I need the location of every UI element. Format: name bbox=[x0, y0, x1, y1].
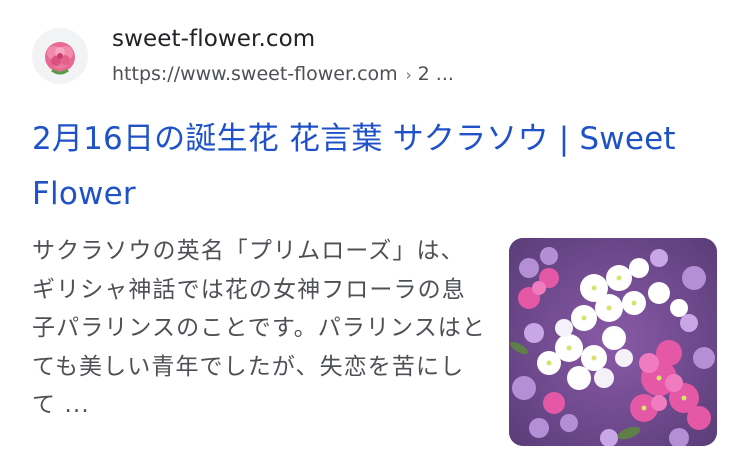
site-name[interactable]: sweet-flower.com bbox=[112, 26, 315, 52]
breadcrumb-tail[interactable]: 2 ... bbox=[418, 63, 454, 85]
site-url-breadcrumb[interactable]: https://www.sweet-flower.com › 2 ... bbox=[112, 63, 454, 85]
site-header[interactable]: sweet-flower.com https://www.sweet-flowe… bbox=[32, 26, 722, 85]
result-snippet: サクラソウの英名「プリムローズ」は、ギリシャ神話では花の女神フローラの息子パラリ… bbox=[32, 238, 486, 418]
pink-flower-icon bbox=[32, 28, 88, 84]
result-title-link[interactable]: 2月16日の誕生花 花言葉 サクラソウ | Sweet Flower bbox=[32, 112, 722, 222]
breadcrumb-separator: › bbox=[405, 66, 412, 84]
primrose-flowers-thumbnail[interactable] bbox=[509, 238, 717, 446]
site-url[interactable]: https://www.sweet-flower.com bbox=[112, 63, 398, 85]
search-result-card: sweet-flower.com https://www.sweet-flowe… bbox=[0, 0, 750, 461]
